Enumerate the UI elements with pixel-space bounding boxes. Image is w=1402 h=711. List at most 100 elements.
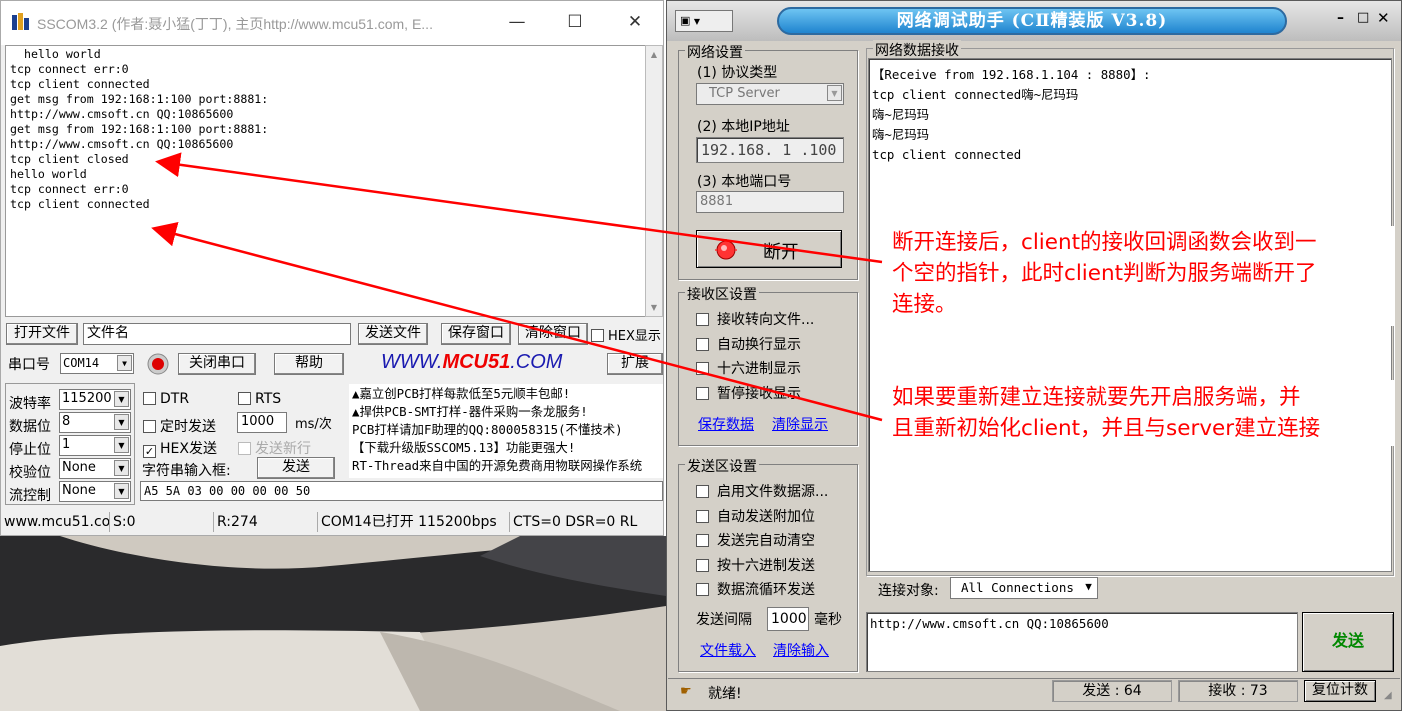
annotation-line: 且重新初始化client，并且与server建立连接 bbox=[892, 416, 1321, 441]
ad-line[interactable]: ▲嘉立创PCB打样每款低至5元顺丰包邮! bbox=[352, 385, 660, 403]
sscom-app-icon bbox=[12, 13, 29, 30]
log-line: tcp connect err:0 bbox=[10, 182, 129, 196]
recv-option[interactable]: 十六进制显示 bbox=[696, 357, 856, 382]
advertisement-panel[interactable]: ▲嘉立创PCB打样每款低至5元顺丰包邮! ▲捍供PCB-SMT打样-器件采购一条龙… bbox=[349, 384, 663, 478]
send-button[interactable]: 发送 bbox=[257, 457, 335, 479]
close-icon[interactable]: ✕ bbox=[620, 11, 650, 35]
send-newline-checkbox[interactable]: 发送新行 bbox=[238, 438, 311, 458]
save-window-button[interactable]: 保存窗口 bbox=[441, 323, 511, 345]
recv-option-label: 暂停接收显示 bbox=[717, 385, 801, 402]
filename-input[interactable]: 文件名 bbox=[83, 323, 351, 345]
checkbox-icon bbox=[591, 329, 604, 342]
chevron-down-icon: ▼ bbox=[114, 437, 129, 453]
checkbox-icon bbox=[238, 392, 251, 405]
databits-select[interactable]: 8 ▼ bbox=[59, 412, 131, 433]
ad-line[interactable]: RT-Thread来自中国的开源免费商用物联网操作系统 bbox=[352, 457, 660, 475]
close-port-button[interactable]: 关闭串口 bbox=[178, 353, 256, 375]
hex-display-checkbox[interactable]: HEX显示 bbox=[591, 325, 661, 344]
send-interval-input[interactable]: 1000 bbox=[767, 607, 809, 631]
chevron-down-icon: ▼ bbox=[114, 483, 129, 499]
hex-send-checkbox[interactable]: ✓ HEX发送 bbox=[143, 438, 217, 458]
string-input[interactable]: A5 5A 03 00 00 00 00 50 bbox=[140, 481, 663, 501]
sscom-titlebar[interactable]: SSCOM3.2 (作者:聂小猛(丁丁), 主页http://www.mcu51… bbox=[1, 1, 663, 45]
save-data-link[interactable]: 保存数据 bbox=[698, 414, 754, 434]
local-ip-input[interactable]: 192.168. 1 .100 bbox=[696, 137, 844, 163]
disconnect-button[interactable]: 断开 bbox=[696, 230, 842, 268]
checkbox-icon bbox=[238, 442, 251, 455]
recv-line: 【Receive from 192.168.1.104 : 8880】: bbox=[872, 67, 1151, 82]
baud-select[interactable]: 115200 ▼ bbox=[59, 389, 131, 410]
help-button[interactable]: 帮助 bbox=[274, 353, 344, 375]
netassist-titlebar[interactable]: ▣ ▼ 网络调试助手 (CⅡ精装版 V3.8) – □ ✕ bbox=[667, 1, 1401, 41]
databits-value: 8 bbox=[62, 414, 71, 429]
port-value: COM14 bbox=[63, 356, 100, 370]
scroll-down-icon[interactable]: ▼ bbox=[646, 299, 662, 316]
ad-line[interactable]: 【下载升级版SSCOM5.13】功能更强大! bbox=[352, 439, 660, 457]
timed-send-checkbox[interactable]: 定时发送 bbox=[143, 416, 216, 436]
recv-option-label: 接收转向文件... bbox=[717, 312, 815, 328]
recv-option[interactable]: 自动换行显示 bbox=[696, 333, 856, 358]
recv-option[interactable]: 暂停接收显示 bbox=[696, 382, 856, 407]
checkbox-icon bbox=[143, 420, 156, 433]
recv-option-label: 自动换行显示 bbox=[717, 336, 801, 353]
expand-button[interactable]: 扩展 bbox=[607, 353, 663, 375]
chevron-down-icon: ▼ bbox=[693, 17, 701, 26]
maximize-icon[interactable]: ☐ bbox=[560, 11, 590, 35]
send-option[interactable]: 发送完自动清空 bbox=[696, 529, 856, 554]
recv-settings-title: 接收区设置 bbox=[685, 284, 759, 304]
rts-checkbox[interactable]: RTS bbox=[238, 391, 281, 407]
connection-target-select[interactable]: All Connections ▼ bbox=[950, 577, 1098, 599]
interval-input[interactable]: 1000 bbox=[237, 412, 287, 433]
protocol-select[interactable]: TCP Server ▼ bbox=[696, 83, 844, 105]
load-file-link[interactable]: 文件载入 bbox=[700, 640, 756, 660]
send-option[interactable]: 自动发送附加位 bbox=[696, 505, 856, 530]
status-ready: 就绪! bbox=[708, 686, 742, 702]
recv-line: tcp client connected嗨~尼玛玛 bbox=[872, 87, 1079, 102]
local-port-input[interactable]: 8881 bbox=[696, 191, 844, 213]
send-file-button[interactable]: 发送文件 bbox=[358, 323, 428, 345]
chevron-down-icon: ▼ bbox=[827, 85, 842, 101]
local-port-label: (3) 本地端口号 bbox=[697, 174, 792, 190]
string-input-label: 字符串输入框: bbox=[142, 463, 231, 479]
receive-log[interactable]: hello world tcp connect err:0 tcp client c… bbox=[5, 45, 645, 317]
clear-display-link[interactable]: 清除显示 bbox=[772, 414, 828, 434]
parity-select[interactable]: None ▼ bbox=[59, 458, 131, 479]
system-menu-button[interactable]: ▣ ▼ bbox=[675, 10, 733, 32]
port-label: 串口号 bbox=[8, 357, 50, 373]
annotation-line: 断开连接后，client的接收回调函数会收到一 bbox=[892, 230, 1317, 255]
send-option[interactable]: 按十六进制发送 bbox=[696, 554, 856, 579]
status-ready-icon: ☛ bbox=[680, 684, 692, 699]
flow-select[interactable]: None ▼ bbox=[59, 481, 131, 502]
clear-window-button[interactable]: 清除窗口 bbox=[518, 323, 588, 345]
annotation-line: 连接。 bbox=[892, 292, 957, 317]
stopbits-select[interactable]: 1 ▼ bbox=[59, 435, 131, 456]
log-line: tcp client connected bbox=[10, 77, 150, 91]
minimize-icon[interactable]: — bbox=[502, 11, 532, 35]
resize-grip-icon: ◢ bbox=[1384, 690, 1392, 701]
open-file-button[interactable]: 打开文件 bbox=[6, 323, 78, 345]
chevron-down-icon: ▼ bbox=[117, 355, 132, 371]
sscom-window: SSCOM3.2 (作者:聂小猛(丁丁), 主页http://www.mcu51… bbox=[0, 0, 664, 536]
send-text-input[interactable]: http://www.cmsoft.cn QQ:10865600 bbox=[866, 612, 1298, 672]
minimize-icon[interactable]: – bbox=[1337, 10, 1344, 26]
checkbox-icon bbox=[696, 313, 709, 326]
send-settings-title: 发送区设置 bbox=[685, 456, 759, 476]
ad-line[interactable]: ▲捍供PCB-SMT打样-器件采购一条龙服务! bbox=[352, 403, 660, 421]
clear-input-link[interactable]: 清除输入 bbox=[773, 640, 829, 660]
scroll-up-icon[interactable]: ▲ bbox=[646, 46, 662, 63]
port-select[interactable]: COM14 ▼ bbox=[60, 353, 134, 374]
ad-line[interactable]: PCB打样请加F助理的QQ:800058315(不懂技术) bbox=[352, 421, 660, 439]
reset-count-button[interactable]: 复位计数 bbox=[1304, 680, 1376, 702]
log-line: http://www.cmsoft.cn QQ:10865600 bbox=[10, 137, 234, 151]
send-option[interactable]: 数据流循环发送 bbox=[696, 578, 856, 603]
log-line: hello world bbox=[10, 47, 101, 61]
flow-value: None bbox=[62, 483, 96, 498]
log-scrollbar[interactable]: ▲ ▼ bbox=[645, 45, 663, 317]
recv-option[interactable]: 接收转向文件... bbox=[696, 308, 856, 333]
send-interval-unit: 毫秒 bbox=[814, 612, 842, 628]
close-icon[interactable]: ✕ bbox=[1377, 9, 1390, 27]
net-send-button[interactable]: 发送 bbox=[1302, 612, 1394, 672]
send-option[interactable]: 启用文件数据源... bbox=[696, 480, 856, 505]
maximize-icon[interactable]: □ bbox=[1357, 10, 1369, 25]
dtr-checkbox[interactable]: DTR bbox=[143, 391, 189, 407]
